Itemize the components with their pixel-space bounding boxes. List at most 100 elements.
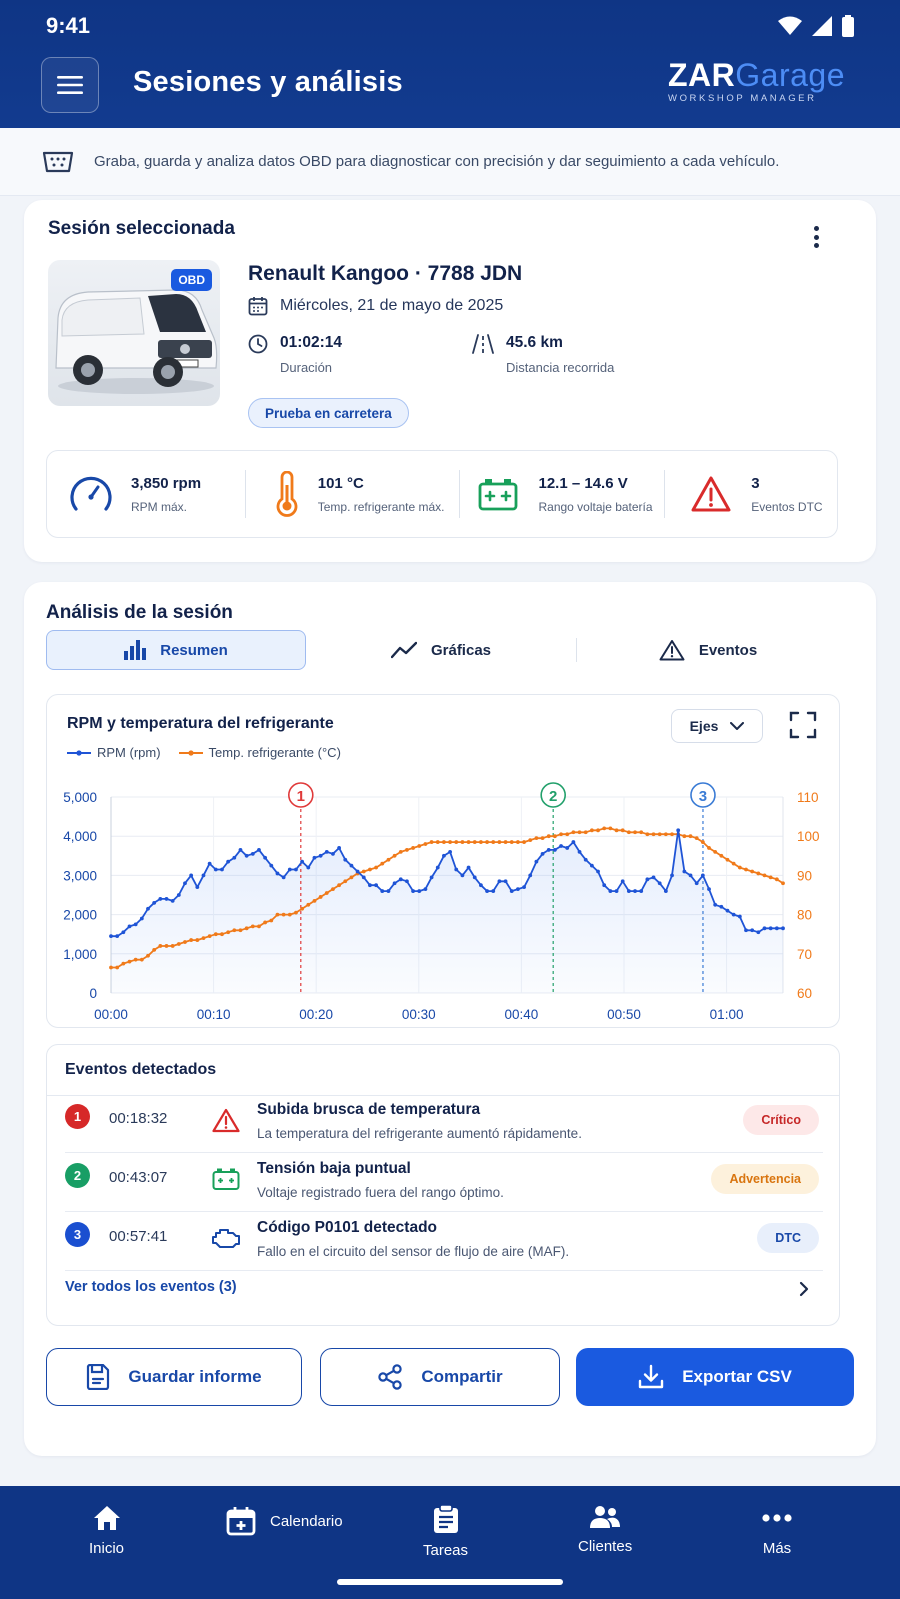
temperature-point — [540, 836, 545, 841]
rpm-point — [146, 906, 150, 911]
rpm-point — [509, 889, 514, 893]
event-time: 00:18:32 — [109, 1110, 168, 1127]
rpm-point — [577, 849, 582, 854]
stat-temperature: 101 °C Temp. refrigerante máx. — [246, 451, 460, 537]
temperature-point — [386, 857, 391, 862]
rpm-point — [324, 849, 329, 854]
temperature-point — [133, 957, 138, 962]
menu-button[interactable] — [41, 57, 99, 113]
share-button[interactable]: Compartir — [320, 1348, 560, 1406]
logo-main: ZAR — [668, 57, 736, 93]
event-time: 00:43:07 — [109, 1169, 168, 1186]
temperature-point — [294, 910, 298, 915]
rpm-point — [398, 877, 403, 882]
export-csv-button[interactable]: Exportar CSV — [576, 1348, 854, 1406]
event-marker-label: 2 — [549, 788, 557, 805]
temperature-point — [121, 961, 126, 966]
nav-home[interactable]: Inicio — [89, 1504, 124, 1557]
y-left-tick-label: 1,000 — [63, 947, 97, 962]
temperature-point — [189, 938, 194, 942]
event-title: Código P0101 detectado — [257, 1219, 438, 1236]
y-right-tick-label: 90 — [797, 868, 812, 883]
rpm-point — [331, 851, 335, 856]
temperature-point — [614, 828, 619, 833]
temperature-point — [768, 875, 773, 880]
y-left-tick-label: 3,000 — [63, 868, 97, 883]
rpm-point — [781, 926, 785, 931]
stat-value: 101 °C — [317, 474, 364, 492]
tab-graficas[interactable]: Gráficas — [306, 630, 576, 670]
temperature-point — [497, 840, 502, 844]
rpm-point — [170, 898, 175, 903]
warning-icon — [659, 640, 685, 661]
nav-more[interactable]: Más — [762, 1504, 792, 1557]
rpm-point — [269, 863, 274, 868]
rpm-point — [287, 867, 292, 872]
engine-icon — [211, 1223, 241, 1253]
rpm-point — [300, 859, 305, 864]
temperature-point — [232, 928, 237, 933]
nav-clients[interactable]: Clientes — [578, 1504, 632, 1555]
event-marker-label: 3 — [699, 788, 707, 805]
y-left-tick-label: 0 — [89, 986, 97, 1001]
rpm-point — [380, 889, 385, 893]
rpm-point — [454, 867, 459, 872]
share-icon — [378, 1364, 403, 1390]
temperature-point — [645, 832, 650, 837]
event-title: Tensión baja puntual — [257, 1160, 411, 1177]
event-row[interactable]: 3 00:57:41 Código P0101 detectado Fallo en … — [47, 1213, 841, 1271]
temperature-point — [226, 930, 231, 935]
temperature-point — [485, 840, 489, 844]
temperature-point — [183, 940, 187, 944]
more-options-button[interactable] — [804, 222, 828, 252]
rpm-point — [472, 875, 477, 880]
chevron-right-icon[interactable] — [799, 1281, 809, 1297]
nav-tasks[interactable]: Tareas — [423, 1504, 468, 1559]
session-analysis-card: Análisis de la sesión Resumen Gráficas E… — [24, 582, 876, 1456]
y-left-tick-label: 4,000 — [63, 829, 97, 844]
session-tag[interactable]: Prueba en carretera — [248, 398, 409, 428]
rpm-point — [386, 889, 391, 893]
chart-panel: RPM y temperatura del refrigerante RPM (… — [46, 694, 840, 1028]
rpm-point — [694, 881, 699, 886]
rpm-point — [559, 844, 563, 848]
line-chart-icon — [390, 641, 417, 659]
temperature-point — [269, 918, 274, 923]
stat-value: 3 — [751, 474, 760, 492]
rpm-point — [583, 857, 588, 862]
rpm-point — [423, 887, 428, 892]
thermometer-icon — [272, 470, 302, 518]
temperature-point — [620, 828, 625, 833]
temperature-point — [312, 898, 317, 903]
temperature-point — [466, 840, 471, 844]
rpm-point — [368, 883, 372, 888]
see-all-events-link[interactable]: Ver todos los eventos (3) — [65, 1279, 237, 1295]
tab-eventos[interactable]: Eventos — [577, 630, 839, 670]
rpm-point — [546, 848, 551, 852]
temperature-point — [201, 936, 206, 941]
rpm-point — [337, 846, 342, 850]
rpm-point — [207, 861, 212, 866]
nav-calendar[interactable]: Calendario — [226, 1506, 343, 1536]
tab-resumen[interactable]: Resumen — [46, 630, 306, 670]
clock-icon — [248, 334, 268, 354]
temperature-point — [337, 883, 342, 888]
temperature-point — [522, 840, 526, 844]
temperature-point — [275, 912, 280, 917]
rpm-point — [725, 908, 730, 913]
rpm-point — [133, 922, 138, 927]
temperature-point — [170, 944, 175, 948]
session-stats: 3,850 rpm RPM máx. 101 °C Temp. refrigeran… — [46, 450, 838, 538]
event-title: Subida brusca de temperatura — [257, 1101, 481, 1118]
x-tick-label: 00:10 — [197, 1007, 231, 1022]
x-tick-label: 00:20 — [299, 1007, 333, 1022]
people-icon — [590, 1506, 621, 1528]
rpm-point — [294, 867, 298, 872]
event-row[interactable]: 2 00:43:07 Tensión baja puntual Voltaje reg… — [47, 1154, 841, 1212]
calendar-icon — [226, 1507, 256, 1536]
event-row[interactable]: 1 00:18:32 Subida brusca de temperatura La … — [47, 1095, 841, 1153]
temperature-point — [281, 912, 286, 917]
save-report-button[interactable]: Guardar informe — [46, 1348, 302, 1406]
distance-block: 45.6 km Distancia recorrida — [472, 334, 614, 375]
rpm-point — [774, 926, 779, 931]
